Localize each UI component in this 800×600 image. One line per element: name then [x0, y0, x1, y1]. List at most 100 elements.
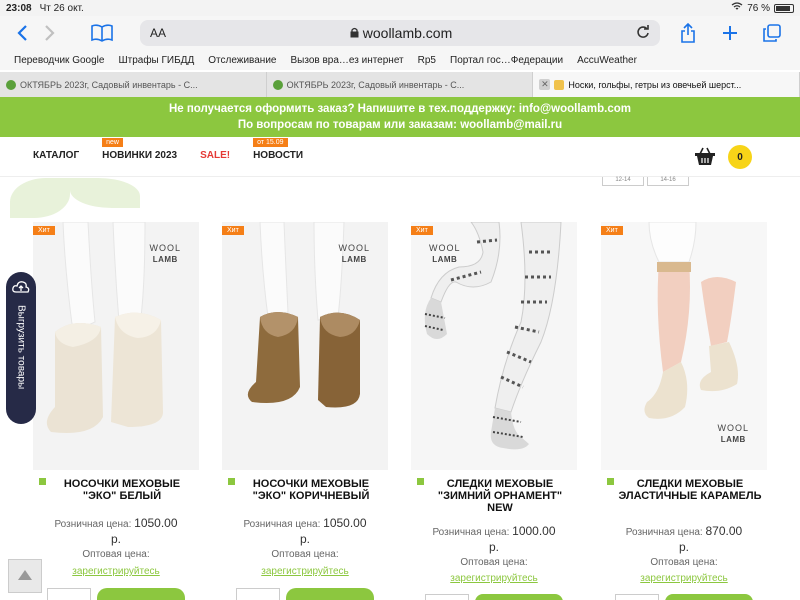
hit-badge: Хит: [222, 226, 244, 235]
browser-tabs: ОКТЯБРЬ 2023г, Садовый инвентарь - С... …: [0, 72, 800, 97]
bookmark-item[interactable]: Rp5: [418, 55, 436, 66]
brand-logo: WOOL LAMB: [429, 243, 461, 264]
notice-line: По вопросам по товарам или заказам: wool…: [237, 119, 563, 131]
quantity-input[interactable]: [236, 588, 280, 600]
price-currency: р.: [110, 532, 121, 546]
reader-aa-button[interactable]: AA: [150, 26, 166, 40]
size-filter-fragment: 12-14 14-16: [600, 177, 768, 209]
size-filter-option[interactable]: 14-16: [647, 177, 689, 186]
brand-logo: WOOL LAMB: [717, 423, 749, 444]
menu-sale[interactable]: SALE!: [200, 150, 230, 161]
status-time: 23:08: [6, 2, 32, 14]
add-to-cart-button[interactable]: [97, 588, 185, 600]
bookmark-item[interactable]: Портал гос…Федерации: [450, 55, 563, 66]
retail-price: Розничная цена: 1050.00: [243, 516, 367, 530]
price-currency: р.: [488, 540, 499, 554]
product-title[interactable]: СЛЕДКИ МЕХОВЫЕ ЭЛАСТИЧНЫЕ КАРАМЕЛЬ: [615, 478, 765, 502]
product-card: Хит WOOL LAMB НОСОЧКИ МЕХОВЫЕ "ЭКО" КОРИЧ…: [222, 222, 388, 600]
cart-count-badge[interactable]: 0: [728, 145, 752, 169]
add-to-cart-button[interactable]: [286, 588, 374, 600]
site-header: КАТАЛОГ new НОВИНКИ 2023 SALE! от 15.09 …: [0, 137, 800, 177]
register-link[interactable]: зарегистрируйтесь: [222, 566, 388, 577]
forward-icon[interactable]: [36, 19, 64, 47]
hit-badge: Хит: [33, 226, 55, 235]
browser-toolbar: AA woollamb.com: [0, 16, 800, 50]
back-icon[interactable]: [8, 19, 36, 47]
add-to-cart-button[interactable]: [665, 594, 753, 600]
battery-icon: [774, 3, 794, 13]
support-notice-banner: Не получается оформить заказ? Напишите в…: [0, 97, 800, 137]
bookmark-item[interactable]: Вызов вра…ез интернет: [290, 55, 403, 66]
close-tab-icon[interactable]: ✕: [539, 79, 551, 90]
wifi-icon: [731, 2, 743, 14]
cloud-upload-icon: [12, 280, 30, 299]
cart-basket-icon[interactable]: [694, 146, 716, 168]
register-link[interactable]: зарегистрируйтесь: [411, 573, 577, 584]
address-bar[interactable]: AA woollamb.com: [140, 20, 660, 46]
browser-tab[interactable]: ОКТЯБРЬ 2023г, Садовый инвентарь - С...: [0, 72, 267, 97]
status-bar: 23:08 Чт 26 окт. 76 %: [0, 0, 800, 16]
quantity-input[interactable]: [47, 588, 91, 600]
product-card: Хит WOOL LAMB СЛЕДКИ МЕХОВЫЕ ЭЛАСТИЧНЫЕ К…: [601, 222, 767, 600]
site-favicon-icon: [6, 79, 16, 90]
menu-news-label: НОВОСТИ: [253, 150, 304, 161]
bookmark-item[interactable]: Отслеживание: [208, 55, 276, 66]
quantity-input[interactable]: [425, 594, 469, 600]
menu-catalog[interactable]: КАТАЛОГ: [33, 150, 79, 161]
product-card: Хит WOOL LAMB СЛЕДКИ МЕХОВЫЕ "ЗИМНИЙ ОРНА…: [411, 222, 577, 600]
browser-tab[interactable]: ОКТЯБРЬ 2023г, Садовый инвентарь - С...: [267, 72, 534, 97]
product-title[interactable]: СЛЕДКИ МЕХОВЫЕ "ЗИМНИЙ ОРНАМЕНТ" NEW: [425, 478, 575, 514]
brand-logo: WOOL LAMB: [149, 243, 181, 264]
arrow-up-icon: [18, 567, 32, 585]
url-display[interactable]: woollamb.com: [166, 25, 636, 41]
lock-icon: [350, 25, 359, 41]
register-link[interactable]: зарегистрируйтесь: [33, 566, 199, 577]
new-tab-icon[interactable]: [716, 19, 744, 47]
upload-products-widget[interactable]: Выгрузить товары: [6, 272, 36, 424]
bookmarks-book-icon[interactable]: [88, 19, 116, 47]
retail-price: Розничная цена: 1000.00: [432, 524, 556, 538]
hit-badge: Хит: [601, 226, 623, 235]
add-to-cart-button[interactable]: [475, 594, 563, 600]
brand-logo: WOOL LAMB: [338, 243, 370, 264]
site-favicon-icon: [272, 79, 283, 90]
site-favicon-icon: [554, 79, 565, 90]
scroll-to-top-button[interactable]: [8, 559, 42, 593]
leaf-decoration: [70, 178, 140, 208]
notice-line: Не получается оформить заказ? Напишите в…: [168, 103, 632, 115]
register-link[interactable]: зарегистрируйтесь: [601, 573, 767, 584]
leaf-decoration: [10, 178, 70, 218]
in-stock-indicator: [607, 478, 614, 485]
status-date: Чт 26 окт.: [39, 2, 84, 14]
size-filter-option[interactable]: 12-14: [602, 177, 644, 186]
in-stock-indicator: [417, 478, 424, 485]
menu-new-label: НОВИНКИ 2023: [102, 150, 178, 161]
main-menu: КАТАЛОГ new НОВИНКИ 2023 SALE! от 15.09 …: [33, 138, 304, 161]
url-text: woollamb.com: [362, 25, 453, 41]
wholesale-price-label: Оптовая цена:: [460, 557, 528, 568]
reload-icon[interactable]: [636, 24, 650, 42]
share-icon[interactable]: [674, 19, 702, 47]
tab-title: Носки, гольфы, гетры из овечьей шерст...: [568, 79, 742, 90]
tabs-overview-icon[interactable]: [758, 19, 786, 47]
tab-title: ОКТЯБРЬ 2023г, Садовый инвентарь - С...: [286, 79, 465, 90]
bookmark-item[interactable]: Штрафы ГИБДД: [118, 55, 194, 66]
product-card: Хит WOOL LAMB НОСОЧКИ МЕХОВЫЕ "ЭКО" БЕЛЫЙ…: [33, 222, 199, 600]
menu-news[interactable]: от 15.09 НОВОСТИ: [253, 138, 304, 161]
status-right: 76 %: [731, 2, 794, 14]
bookmark-item[interactable]: Переводчик Google: [14, 55, 104, 66]
battery-percent: 76 %: [747, 2, 770, 14]
bookmark-item[interactable]: AccuWeather: [577, 55, 637, 66]
news-date-badge: от 15.09: [253, 138, 288, 147]
upload-label: Выгрузить товары: [15, 305, 27, 390]
wholesale-price-label: Оптовая цена:: [271, 549, 339, 560]
browser-tab-active[interactable]: ✕ Носки, гольфы, гетры из овечьей шерст.…: [533, 72, 800, 97]
new-tag-badge: new: [102, 138, 123, 147]
menu-new[interactable]: new НОВИНКИ 2023: [102, 138, 178, 161]
product-title[interactable]: НОСОЧКИ МЕХОВЫЕ "ЭКО" КОРИЧНЕВЫЙ: [236, 478, 386, 502]
wholesale-price-label: Оптовая цена:: [650, 557, 718, 568]
in-stock-indicator: [39, 478, 46, 485]
product-title[interactable]: НОСОЧКИ МЕХОВЫЕ "ЭКО" БЕЛЫЙ: [47, 478, 197, 502]
quantity-input[interactable]: [615, 594, 659, 600]
in-stock-indicator: [228, 478, 235, 485]
